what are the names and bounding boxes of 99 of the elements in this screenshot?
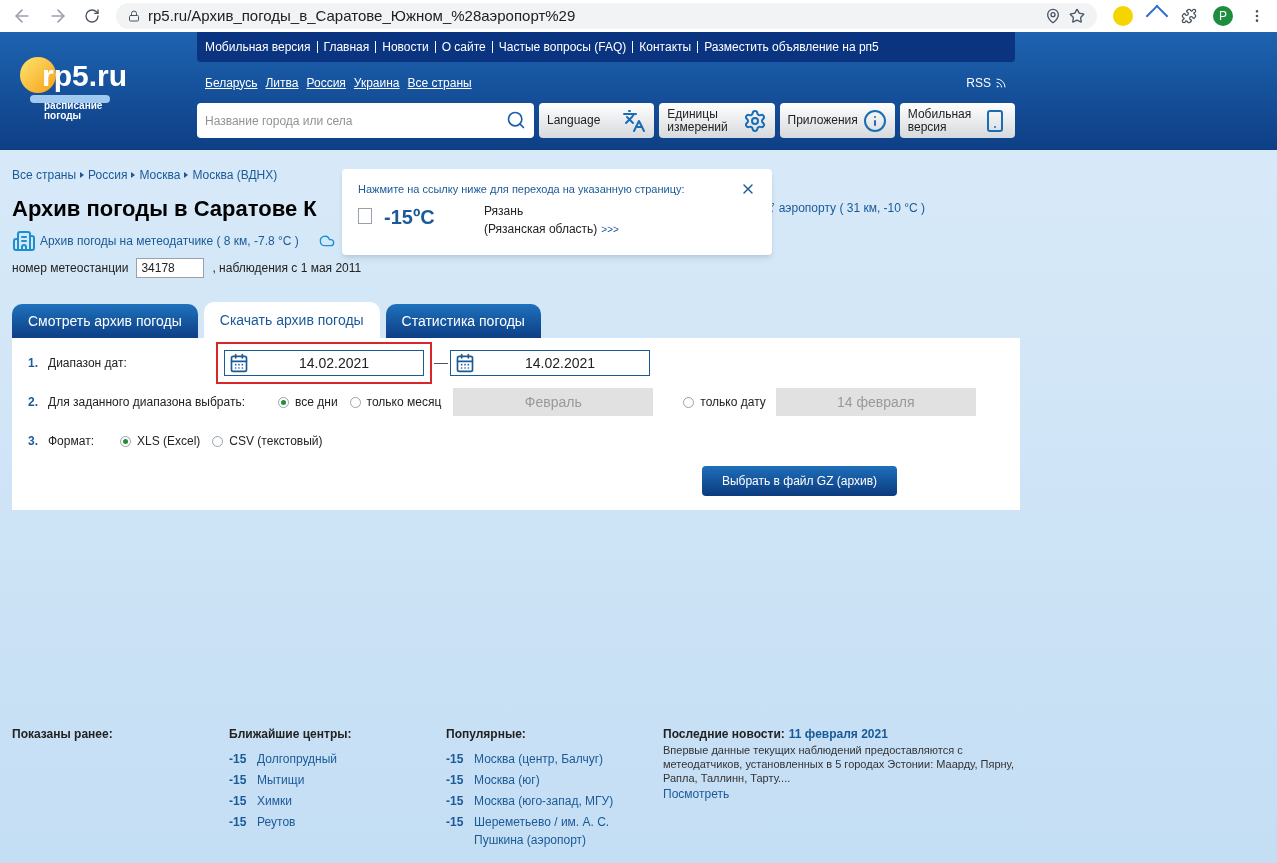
radio-button[interactable] xyxy=(120,435,131,447)
header-button[interactable]: Мобильная версия xyxy=(899,103,1015,138)
radio-option[interactable]: XLS (Excel) xyxy=(120,432,201,450)
broken-image-icon xyxy=(358,207,372,224)
radio-option[interactable]: только месяц xyxy=(349,393,442,411)
url-text: rp5.ru/Архив_погоды_в_Саратове_Южном_%28аэропорт%29 xyxy=(148,5,577,26)
city-link[interactable]: Мытищи xyxy=(257,771,407,789)
nav-link[interactable]: Разместить объявление на рп5 xyxy=(697,41,879,53)
temperature: -15 xyxy=(229,772,248,789)
cloud-icon xyxy=(318,233,335,249)
search-icon[interactable] xyxy=(506,110,526,130)
header-button[interactable]: Единицы измерений xyxy=(659,103,775,138)
step-number: 1. xyxy=(28,355,39,372)
radio-option[interactable]: CSV (текстовый) xyxy=(212,432,323,450)
rss-icon xyxy=(995,76,1007,89)
search-field[interactable]: Название города или села xyxy=(197,103,534,138)
lock-icon xyxy=(128,10,140,22)
radio-button[interactable] xyxy=(278,396,289,408)
sensor-archive-link[interactable]: Архив погоды на метеодатчике ( 8 км, -7.8 °C ) xyxy=(40,232,299,250)
column-heading: Ближайшие центры: xyxy=(229,726,353,743)
country-link[interactable]: Беларусь xyxy=(205,73,258,92)
temperature: -15 xyxy=(446,793,465,810)
city-link[interactable]: Москва (юг) xyxy=(474,771,624,789)
calendar-icon[interactable] xyxy=(455,353,475,373)
popup-region: (Рязанская область) xyxy=(484,220,598,238)
popup-message: Нажмите на ссылку ниже для перехода на указанную страницу: xyxy=(358,182,685,197)
tab[interactable]: Смотреть архив погоды xyxy=(12,304,198,338)
radio-option[interactable]: только дату xyxy=(683,393,766,411)
reload-icon[interactable] xyxy=(84,8,100,24)
breadcrumb-arrow-icon xyxy=(80,172,85,178)
temperature: -15 xyxy=(229,751,248,768)
airport-archive-link[interactable]: аэропорту ( 31 км, -10 °C ) xyxy=(778,199,926,217)
date-field[interactable]: 14.02.2021 xyxy=(450,350,650,376)
breadcrumb-link[interactable]: Россия xyxy=(88,166,128,184)
news-text: Впервые данные текущих наблюдений предоставляются с метеодатчиков, установленных в 5 городах Эстонии: Маарду, Пярну, Рапла, Таллинн, Тарту.... xyxy=(663,743,1016,785)
nav-link[interactable]: Новости xyxy=(375,41,429,53)
country-link[interactable]: Все страны xyxy=(407,73,472,92)
field-label: Диапазон дат: xyxy=(48,355,128,372)
country-link[interactable]: Украина xyxy=(353,73,400,92)
station-label: номер метеостанции xyxy=(12,260,129,277)
calendar-icon[interactable] xyxy=(229,353,249,373)
temperature: -15 xyxy=(229,793,248,810)
header-button[interactable]: Приложения xyxy=(779,103,895,138)
tab[interactable]: Скачать архив погоды xyxy=(203,302,380,338)
breadcrumb-arrow-icon xyxy=(131,172,136,178)
city-link[interactable]: Шереметьево / им. А. С. Пушкина (аэропорт) xyxy=(474,813,624,849)
nav-link[interactable]: Главная xyxy=(316,41,370,53)
field-label: Формат: xyxy=(48,433,95,450)
column-heading: Популярные: xyxy=(446,726,527,743)
temperature: -15 xyxy=(446,814,465,831)
column-heading: Последние новости: xyxy=(663,726,785,743)
more-link[interactable]: >>> xyxy=(601,221,619,238)
radio-button[interactable] xyxy=(212,435,224,447)
tab[interactable]: Статистика погоды xyxy=(385,304,541,338)
header-button[interactable]: Language xyxy=(539,103,655,138)
city-link[interactable]: Реутов xyxy=(257,813,407,831)
popup-temperature: -15ºC xyxy=(384,204,436,230)
temperature: -15 xyxy=(229,814,248,831)
profile-avatar[interactable]: P xyxy=(1213,6,1233,26)
rss-link[interactable]: RSS xyxy=(966,73,1007,92)
nav-link[interactable]: Контакты xyxy=(632,41,692,53)
station-number-field[interactable]: 34178 xyxy=(136,258,205,278)
radio-option[interactable]: все дни xyxy=(278,393,338,411)
radio-button[interactable] xyxy=(349,396,361,408)
breadcrumb-link[interactable]: Все страны xyxy=(12,166,77,184)
news-more-link[interactable]: Посмотреть xyxy=(663,785,730,803)
city-link[interactable]: Химки xyxy=(257,792,407,810)
breadcrumb-arrow-icon xyxy=(184,172,189,178)
step-number: 3. xyxy=(28,433,39,450)
city-link[interactable]: Долгопрудный xyxy=(257,750,407,768)
city-link[interactable]: Москва (центр, Балчуг) xyxy=(474,750,624,768)
temperature: -15 xyxy=(446,751,465,768)
step-number: 2. xyxy=(28,394,39,411)
translate-icon xyxy=(622,108,647,133)
radio-button[interactable] xyxy=(683,396,695,408)
info-icon xyxy=(862,108,887,133)
country-link[interactable]: Россия xyxy=(306,73,346,92)
field-label: Для заданного диапазона выбрать: xyxy=(48,394,246,411)
observations-since: , наблюдения с 1 мая 2011 xyxy=(212,260,362,277)
date-field[interactable]: 14.02.2021 xyxy=(224,350,424,376)
settings-icon xyxy=(742,108,767,133)
building-icon xyxy=(12,229,36,253)
address-bar[interactable]: rp5.ru/Архив_погоды_в_Саратове_Южном_%28аэропорт%29 xyxy=(116,3,1097,29)
nav-link[interactable]: Мобильная версия xyxy=(205,41,311,53)
download-button[interactable]: Выбрать в файл GZ (архив) xyxy=(702,466,897,496)
breadcrumb-link[interactable]: Москва (ВДНХ) xyxy=(192,166,278,184)
country-link[interactable]: Литва xyxy=(265,73,299,92)
breadcrumb-link[interactable]: Москва xyxy=(139,166,181,184)
city-link[interactable]: Москва (юго-запад, МГУ) xyxy=(474,792,624,810)
column-heading: Показаны ранее: xyxy=(12,727,113,741)
nav-link[interactable]: Частые вопросы (FAQ) xyxy=(491,41,627,53)
extensions-icon[interactable] xyxy=(1181,8,1197,24)
news-date: 11 февраля 2021 xyxy=(788,726,888,743)
page-title: Архив погоды в Саратове К xyxy=(12,194,317,223)
nav-link[interactable]: О сайте xyxy=(434,41,486,53)
star-icon[interactable] xyxy=(1069,8,1085,24)
location-icon[interactable] xyxy=(1045,8,1061,24)
popup-city-link[interactable]: Рязань xyxy=(484,201,619,220)
temperature: -15 xyxy=(446,772,465,789)
